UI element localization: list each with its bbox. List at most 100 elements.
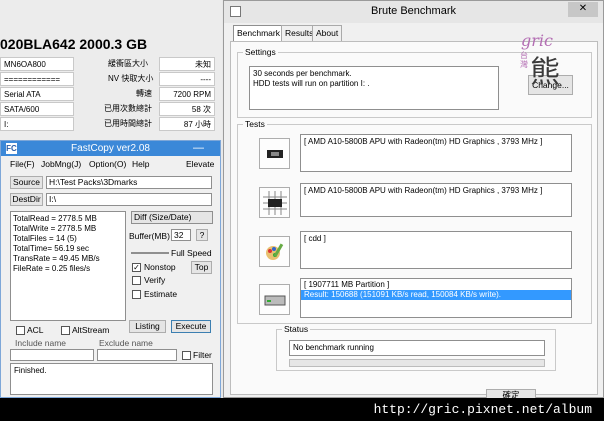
stat-line: TotalWrite = 2778.5 MB: [13, 224, 97, 233]
copy-mode-select[interactable]: Diff (Size/Date): [131, 211, 213, 224]
speed-slider[interactable]: [131, 246, 169, 254]
settings-group: Settings 30 seconds per benchmark. HDD t…: [237, 31, 592, 118]
test-line: [ AMD A10-5800B APU with Radeon(tm) HD G…: [304, 186, 543, 195]
status-text: No benchmark running: [289, 340, 545, 356]
stat-line: TotalTime= 56.19 sec: [13, 244, 89, 253]
buffer-label: Buffer(MB): [129, 231, 170, 241]
menu-option[interactable]: Option(O): [89, 159, 126, 169]
tab-benchmark[interactable]: Benchmark: [233, 25, 284, 42]
test-line: [ cdd ]: [304, 234, 326, 243]
acl-label: ACL: [27, 325, 44, 335]
log-text: Finished.: [14, 366, 47, 375]
menu-jobmng[interactable]: JobMng(J): [41, 159, 81, 169]
listing-button[interactable]: Listing: [129, 320, 166, 333]
window-title: FastCopy ver2.08: [71, 143, 150, 154]
destdir-path-combo[interactable]: I:\: [46, 193, 212, 206]
buffer-size-label: 緩衝區大小: [108, 59, 148, 68]
source-button[interactable]: Source: [10, 176, 43, 189]
graphics-test-button[interactable]: [259, 236, 290, 267]
cpu-test-result: [ AMD A10-5800B APU with Radeon(tm) HD G…: [300, 134, 572, 172]
cpu-multicore-test-button[interactable]: [259, 187, 290, 218]
power-count-value: 58 次: [159, 102, 215, 116]
include-name-label: Include name: [15, 338, 67, 348]
watermark-bear: 熊: [530, 56, 560, 89]
watermark-taiwan: 台灣: [520, 51, 528, 69]
settings-label: Settings: [243, 47, 278, 57]
include-name-input[interactable]: [10, 349, 94, 361]
benchmark-panel: Settings 30 seconds per benchmark. HDD t…: [230, 31, 598, 395]
test-line: [ 1907711 MB Partition ]: [304, 280, 390, 289]
status-group: Status No benchmark running: [276, 324, 556, 371]
window-title: Brute Benchmark: [371, 5, 456, 17]
cpu-chip-icon: [266, 149, 283, 158]
power-hours-label: 已用時間總計: [104, 119, 152, 128]
title-bar: Brute Benchmark ✕: [224, 1, 603, 23]
verify-label: Verify: [144, 275, 166, 285]
stat-line: TotalRead = 2778.5 MB: [13, 214, 97, 223]
filter-checkbox[interactable]: [182, 351, 191, 360]
interface-value: Serial ATA: [0, 87, 74, 101]
footer-url: http://gric.pixnet.net/album: [0, 398, 604, 421]
full-speed-label: Full Speed: [171, 248, 212, 258]
paint-palette-icon: [265, 242, 283, 260]
log-panel: Finished.: [10, 363, 213, 395]
exclude-name-label: Exclude name: [99, 338, 153, 348]
tab-about[interactable]: About: [312, 25, 343, 41]
hdd-test-result: [ 1907711 MB Partition ] Result: 150688 …: [300, 278, 572, 318]
serial-value: ============: [0, 72, 74, 86]
menu-help[interactable]: Help: [132, 159, 149, 169]
progress-bar: [289, 359, 545, 367]
drive-letter-value: I:: [0, 117, 74, 131]
brute-benchmark-window: Brute Benchmark ✕ Benchmark Results Abou…: [223, 0, 604, 401]
graphics-test-result: [ cdd ]: [300, 231, 572, 269]
power-hours-value: 87 小時: [159, 117, 215, 131]
buffer-input[interactable]: 32: [171, 229, 191, 241]
cpu-grid-icon: [262, 190, 287, 215]
acl-checkbox[interactable]: [16, 326, 25, 335]
fastcopy-window: FC FastCopy ver2.08 — File(F) JobMng(J) …: [0, 140, 221, 398]
exclude-name-input[interactable]: [97, 349, 177, 361]
nv-cache-label: NV 快取大小: [108, 74, 154, 83]
minimize-button[interactable]: —: [193, 142, 204, 154]
settings-text: 30 seconds per benchmark. HDD tests will…: [249, 66, 499, 110]
stats-panel: TotalRead = 2778.5 MB TotalWrite = 2778.…: [10, 211, 126, 321]
cpu-test-button[interactable]: [259, 138, 290, 169]
status-label: Status: [282, 324, 311, 334]
altstream-label: AltStream: [72, 325, 110, 335]
execute-button[interactable]: Execute: [171, 320, 211, 333]
nv-cache-value: ----: [159, 72, 215, 86]
settings-line: 30 seconds per benchmark.: [253, 69, 352, 78]
firmware-value: MN6OA800: [0, 57, 74, 71]
transfer-mode-value: SATA/600: [0, 102, 74, 116]
power-count-label: 已用次數總計: [104, 104, 152, 113]
stat-line: FileRate = 0.25 files/s: [13, 264, 91, 273]
top-button[interactable]: Top: [191, 261, 212, 274]
estimate-label: Estimate: [144, 289, 178, 299]
drive-model-title: 020BLA642 2000.3 GB: [0, 36, 148, 52]
stat-line: TotalFiles = 14 (5): [13, 234, 77, 243]
destdir-button[interactable]: DestDir: [10, 193, 43, 206]
altstream-checkbox[interactable]: [61, 326, 70, 335]
settings-line: HDD tests will run on partition I: .: [253, 79, 370, 88]
filter-label: Filter: [193, 350, 212, 360]
menu-elevate[interactable]: Elevate: [186, 159, 214, 169]
estimate-checkbox[interactable]: [132, 290, 141, 299]
menu-file[interactable]: File(F): [10, 159, 35, 169]
hdd-test-button[interactable]: [259, 284, 290, 315]
diskinfo-window: 020BLA642 2000.3 GB MN6OA800 緩衝區大小 未知 ==…: [0, 0, 222, 140]
help-button[interactable]: ?: [196, 229, 208, 241]
nonstop-label: Nonstop: [144, 262, 176, 272]
source-path-combo[interactable]: H:\Test Packs\3Dmarks: [46, 176, 212, 189]
nonstop-checkbox[interactable]: ✓: [132, 263, 141, 272]
test-line: [ AMD A10-5800B APU with Radeon(tm) HD G…: [304, 137, 543, 146]
close-button[interactable]: ✕: [568, 2, 598, 17]
verify-checkbox[interactable]: [132, 276, 141, 285]
rotation-value: 7200 RPM: [159, 87, 215, 101]
title-bar: FC FastCopy ver2.08 —: [1, 141, 220, 156]
test-line-selected[interactable]: Result: 150688 (151091 KB/s read, 150084…: [301, 290, 571, 300]
hard-drive-icon: [264, 295, 285, 305]
stat-line: TransRate = 49.45 MB/s: [13, 254, 100, 263]
rotation-label: 轉速: [136, 89, 152, 98]
cpu-multicore-test-result: [ AMD A10-5800B APU with Radeon(tm) HD G…: [300, 183, 572, 217]
buffer-size-value: 未知: [159, 57, 215, 71]
